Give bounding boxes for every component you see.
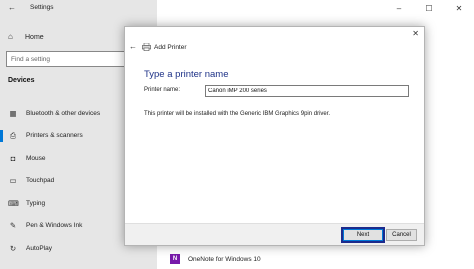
home-label: Home	[25, 33, 44, 41]
onenote-label: OneNote for Windows 10	[188, 255, 261, 263]
touchpad-icon: ▭	[9, 176, 17, 186]
close-icon[interactable]: ✕	[444, 0, 474, 17]
pen-icon: ✎	[9, 221, 17, 231]
bluetooth-icon: ▦	[9, 108, 17, 118]
keyboard-icon: ⌨	[8, 198, 19, 208]
minimize-icon[interactable]: –	[384, 0, 414, 17]
window-controls: – ☐ ✕	[384, 0, 474, 17]
dialog-footer: Next Cancel	[125, 223, 424, 245]
autoplay-icon: ↻	[9, 243, 17, 253]
mouse-icon: ◘	[10, 153, 16, 163]
printer-name-input[interactable]	[205, 85, 409, 97]
dialog-back-arrow-icon[interactable]: ←	[129, 42, 137, 51]
sidebar-item-label: Pen & Windows Ink	[26, 222, 83, 230]
printer-icon: ⎙	[10, 130, 16, 140]
dialog-title: Add Printer	[154, 44, 187, 51]
dialog-close-icon[interactable]: ✕	[412, 29, 419, 38]
sidebar-item-label: Printers & scanners	[26, 132, 83, 140]
printer-name-label: Printer name:	[144, 87, 181, 93]
search-placeholder: Find a setting	[11, 55, 51, 63]
cancel-button[interactable]: Cancel	[386, 229, 417, 241]
home-nav-item[interactable]: ⌂ Home	[8, 32, 44, 42]
back-arrow-icon[interactable]: ←	[8, 3, 16, 12]
sidebar-item-label: AutoPlay	[26, 244, 53, 252]
onenote-icon: N	[170, 254, 180, 264]
next-button[interactable]: Next	[341, 227, 385, 243]
sidebar-item-label: Bluetooth & other devices	[26, 109, 101, 117]
printer-icon	[142, 43, 151, 51]
title-bar: ← Settings – ☐ ✕	[0, 0, 474, 17]
onenote-list-item[interactable]: N OneNote for Windows 10	[170, 254, 261, 264]
maximize-icon[interactable]: ☐	[414, 0, 444, 17]
app-title: Settings	[30, 4, 54, 11]
section-header-devices: Devices	[8, 77, 35, 84]
dialog-heading: Type a printer name	[144, 69, 229, 80]
driver-info-text: This printer will be installed with the …	[144, 111, 331, 117]
home-icon: ⌂	[8, 32, 13, 41]
add-printer-dialog: ✕ ← Add Printer Type a printer name Prin…	[124, 26, 425, 246]
sidebar-item-label: Mouse	[26, 154, 46, 162]
sidebar-item-label: Typing	[26, 199, 46, 207]
sidebar-item-label: Touchpad	[26, 177, 55, 185]
